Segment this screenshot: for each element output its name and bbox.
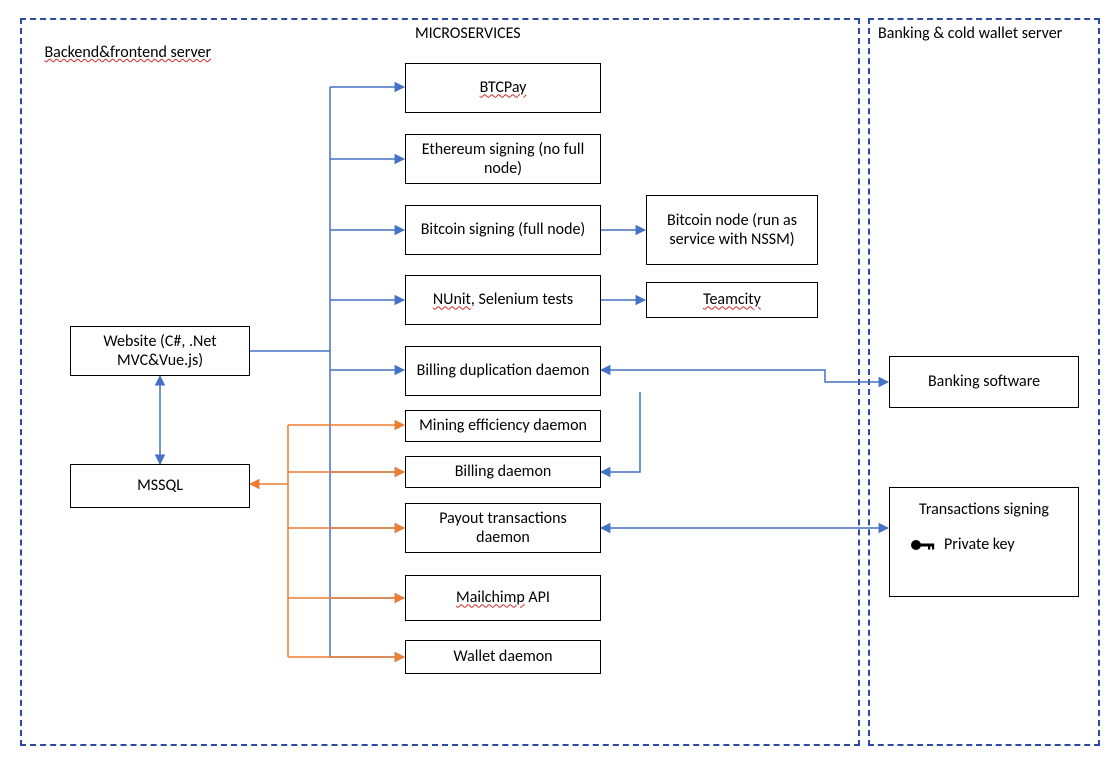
box-ethsign: Ethereum signing (no full node) [405, 134, 601, 184]
box-banksoft: Banking software [889, 356, 1079, 408]
region-banking-title: Banking & cold wallet server [878, 24, 1078, 44]
diagram-canvas: Backend&frontend server Banking & cold w… [0, 0, 1118, 769]
box-billingdup: Billing duplication daemon [405, 346, 601, 396]
private-key-label: Private key [944, 535, 1015, 554]
box-billing: Billing daemon [405, 456, 601, 488]
box-wallet: Wallet daemon [405, 640, 601, 674]
box-website: Website (C#, .Net MVC&Vue.js) [70, 326, 250, 376]
box-btcpay: BTCPay [405, 63, 601, 113]
box-nunit: NUnit, Selenium tests [405, 275, 601, 325]
box-payout: Payout transactions daemon [405, 503, 601, 553]
region-backend-title: Backend&frontend server [30, 24, 211, 81]
box-mssql: MSSQL [70, 464, 250, 508]
box-txsign: Transactions signing Private key [889, 487, 1079, 597]
box-teamcity: Teamcity [646, 282, 818, 318]
box-btcsign: Bitcoin signing (full node) [405, 205, 601, 255]
key-icon [910, 538, 936, 552]
box-btcnode: Bitcoin node (run as service with NSSM) [646, 195, 818, 265]
box-mining: Mining efficiency daemon [405, 410, 601, 442]
microservices-title: MICROSERVICES [415, 24, 521, 43]
box-mailchimp: Mailchimp API [405, 575, 601, 621]
